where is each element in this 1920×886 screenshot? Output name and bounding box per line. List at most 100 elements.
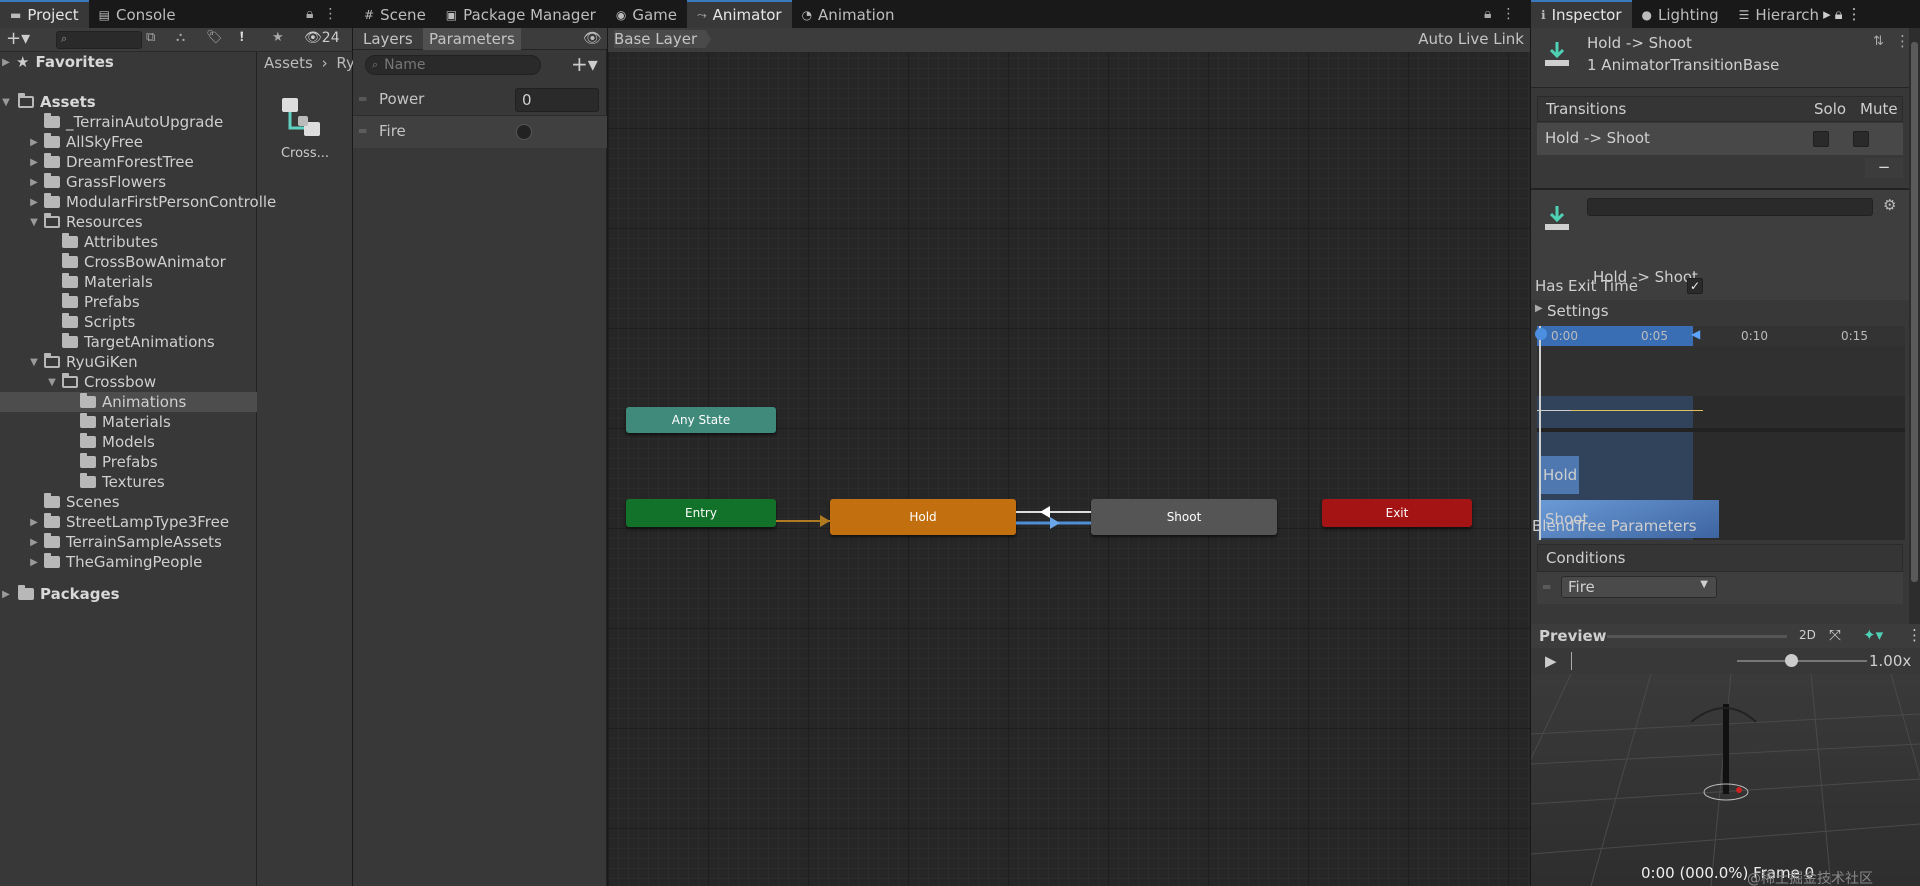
favorite-star-icon[interactable]: ★ [272, 30, 284, 45]
transition-row[interactable]: Hold -> Shoot [1537, 123, 1903, 155]
tab-lighting[interactable]: ● Lighting [1632, 0, 1729, 28]
kebab-menu-icon[interactable]: ⋮ [1907, 626, 1920, 644]
kebab-menu-icon[interactable]: ⋮ [1501, 6, 1515, 22]
tab-project[interactable]: ▬ Project [0, 0, 89, 28]
inspector-scrollbar[interactable] [1909, 28, 1920, 624]
remove-transition-button[interactable]: − [1865, 158, 1903, 178]
drag-handle-icon[interactable]: ═ [1543, 580, 1550, 594]
assets-root-row[interactable]: ▼ Assets [0, 92, 96, 112]
tab-scene[interactable]: # Scene [354, 0, 436, 28]
tree-item[interactable]: Scripts [0, 312, 135, 332]
search-by-type-icon[interactable]: ⧉ [146, 30, 155, 45]
preview-scrubber[interactable] [1571, 652, 1572, 670]
tree-item[interactable]: ▶ TheGamingPeople [0, 552, 202, 572]
tree-item[interactable]: TargetAnimations [0, 332, 215, 352]
fire-trigger-radio[interactable] [516, 124, 532, 140]
add-asset-button[interactable]: +▾ [6, 28, 30, 49]
tree-item[interactable]: CrossBowAnimator [0, 252, 226, 272]
lock-icon[interactable]: 🔒︎ [1833, 0, 1845, 28]
tree-item[interactable]: ▼ Resources [0, 212, 143, 232]
tree-item[interactable]: ▶ StreetLampType3Free [0, 512, 229, 532]
gear-icon[interactable]: ⚙ [1883, 196, 1896, 214]
tree-item[interactable]: ▶ DreamForestTree [0, 152, 194, 172]
expand-arrow-icon[interactable]: ▶ [28, 177, 40, 188]
hold-clip-bar[interactable]: Hold [1541, 456, 1579, 494]
solo-checkbox[interactable] [1813, 131, 1829, 147]
warning-icon[interactable]: ❗︎ [240, 30, 244, 45]
label-icon[interactable]: 🏷︎ [206, 30, 223, 45]
expand-arrow-icon[interactable]: ▶ [0, 589, 12, 600]
packages-row[interactable]: ▶ Packages [0, 584, 120, 604]
tree-item[interactable]: Scenes [0, 492, 120, 512]
expand-arrow-icon[interactable]: ▶ [28, 157, 40, 168]
drag-handle-icon[interactable]: ═ [359, 92, 366, 106]
settings-foldout[interactable]: Settings [1547, 302, 1609, 320]
collapse-arrow-icon[interactable]: ▼ [28, 217, 40, 228]
collapse-arrow-icon[interactable]: ▼ [0, 97, 12, 108]
transition-timeline[interactable]: 0:00 0:05 0:10 0:15 Hold Shoot ◀ [1535, 326, 1905, 540]
condition-parameter-dropdown[interactable]: Fire ▼ [1561, 576, 1717, 598]
collapse-arrow-icon[interactable]: ▼ [46, 377, 58, 388]
kebab-menu-icon[interactable]: ⋮ [1845, 0, 1864, 28]
tree-item[interactable]: Materials [0, 412, 171, 432]
kebab-menu-icon[interactable]: ⋮ [323, 6, 337, 22]
preview-resize-handle[interactable] [1607, 635, 1787, 638]
exit-time-marker-icon[interactable]: ◀ [1691, 327, 1700, 341]
tree-item[interactable]: ▶ AllSkyFree [0, 132, 143, 152]
eye-icon[interactable]: 👁︎ [583, 29, 602, 47]
tab-game[interactable]: ◉ Game [606, 0, 687, 28]
kebab-menu-icon[interactable]: ⋮ [1895, 32, 1910, 50]
favorites-row[interactable]: ▶ ★ Favorites [0, 52, 114, 72]
tree-item[interactable]: Animations [0, 392, 257, 412]
tree-item[interactable]: Models [0, 432, 155, 452]
expand-arrow-icon[interactable]: ▶ [28, 557, 40, 568]
tree-item[interactable]: _TerrainAutoUpgrade [0, 112, 223, 132]
tab-animation[interactable]: ◔ Animation [792, 0, 905, 28]
power-value-field[interactable]: 0 [515, 88, 599, 112]
collapse-arrow-icon[interactable]: ▼ [28, 357, 40, 368]
speed-slider-thumb[interactable] [1785, 654, 1798, 667]
pivot-icon[interactable]: ⤧ [1829, 626, 1841, 644]
playhead-marker-icon[interactable] [1535, 328, 1547, 340]
expand-arrow-icon[interactable]: ▶ [28, 517, 40, 528]
preview-viewport[interactable]: 0:00 (000.0%) Frame 0 @稀土掘金技术社区 [1531, 674, 1920, 886]
tree-item[interactable]: ▶ GrassFlowers [0, 172, 166, 192]
tree-item[interactable]: ▶ TerrainSampleAssets [0, 532, 222, 552]
preset-icon[interactable]: ⇅ [1873, 34, 1884, 49]
lock-icon[interactable]: 🔒︎ [306, 6, 313, 22]
tree-item[interactable]: ▼ RyuGiKen [0, 352, 138, 372]
transition-name-field[interactable] [1587, 198, 1873, 216]
parameter-row-fire[interactable]: ═ Fire [353, 116, 607, 148]
tab-inspector[interactable]: ℹ Inspector [1531, 0, 1632, 28]
tab-console[interactable]: ▤ Console [89, 0, 186, 28]
breadcrumb-assets[interactable]: Assets [264, 54, 313, 72]
project-search-input[interactable]: ⌕ [56, 31, 142, 49]
filter-icon[interactable]: ⛬ [176, 30, 185, 45]
expand-arrow-icon[interactable]: ▶ [28, 137, 40, 148]
playhead[interactable] [1539, 326, 1541, 540]
expand-arrow-icon[interactable]: ▶ [1535, 303, 1543, 314]
expand-arrow-icon[interactable]: ▶ [28, 537, 40, 548]
parameter-search-input[interactable]: ⌕ Name [365, 55, 541, 75]
tab-hierarchy[interactable]: ☰ Hierarch [1729, 0, 1821, 28]
tab-layers[interactable]: Layers [363, 30, 413, 48]
expand-arrow-icon[interactable]: ▶ [28, 197, 40, 208]
tab-overflow-icon[interactable]: ▸ [1821, 0, 1833, 28]
tree-item[interactable]: ▼ Crossbow [0, 372, 156, 392]
mute-checkbox[interactable] [1853, 131, 1869, 147]
tree-item[interactable]: Prefabs [0, 452, 158, 472]
scrollbar-thumb[interactable] [1911, 42, 1918, 582]
has-exit-time-checkbox[interactable]: ✓ [1687, 278, 1703, 294]
lock-icon[interactable]: 🔒︎ [1484, 6, 1491, 22]
asset-tile[interactable]: Cross... [266, 96, 344, 186]
speed-slider[interactable] [1737, 660, 1867, 662]
parameter-row-power[interactable]: ═ Power 0 [353, 84, 607, 116]
play-icon[interactable]: ▶ [1545, 652, 1557, 670]
tab-package-manager[interactable]: ▣ Package Manager [436, 0, 606, 28]
drag-handle-icon[interactable]: ═ [359, 124, 366, 138]
tab-animator[interactable]: ⤳ Animator [686, 0, 792, 28]
tree-item[interactable]: Prefabs [0, 292, 140, 312]
condition-row[interactable]: ═ Fire ▼ [1537, 572, 1903, 604]
tree-item[interactable]: Materials [0, 272, 153, 292]
avatar-icon[interactable]: ✦▾ [1863, 626, 1883, 644]
